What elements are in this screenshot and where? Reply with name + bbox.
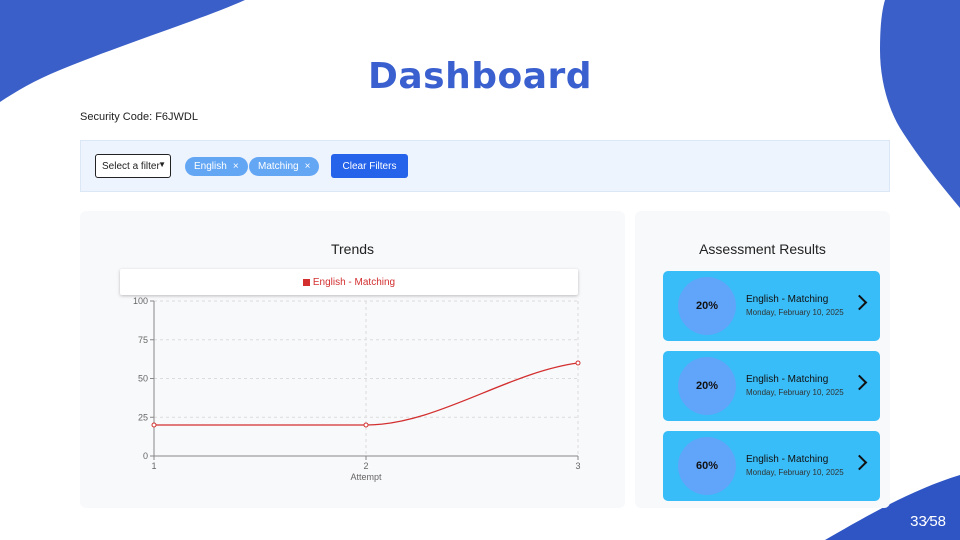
- score-badge: 60%: [678, 437, 736, 495]
- y-tick-label: 75: [138, 335, 148, 345]
- result-card[interactable]: 20% English - Matching Monday, February …: [663, 271, 880, 341]
- chevron-right-icon: [851, 294, 868, 311]
- result-date: Monday, February 10, 2025: [746, 468, 844, 477]
- score-badge: 20%: [678, 277, 736, 335]
- result-title: English - Matching: [746, 294, 829, 305]
- chevron-right-icon: [851, 454, 868, 471]
- chevron-down-icon: ▼: [158, 160, 166, 169]
- filter-bar: Select a filter ▼ English × Matching × C…: [80, 140, 890, 192]
- page-title: Dashboard: [367, 56, 593, 97]
- x-axis-label: Attempt: [350, 472, 382, 482]
- filter-chip-english[interactable]: English ×: [185, 157, 248, 176]
- close-icon[interactable]: ×: [233, 161, 239, 172]
- filter-select-value: Select a filter: [102, 160, 160, 172]
- result-card[interactable]: 20% English - Matching Monday, February …: [663, 351, 880, 421]
- filter-chip-label: English: [194, 161, 227, 172]
- y-tick-label: 25: [138, 412, 148, 422]
- close-icon[interactable]: ×: [305, 161, 311, 172]
- clear-filters-button[interactable]: Clear Filters: [331, 154, 408, 178]
- y-tick-label: 0: [143, 451, 148, 461]
- result-date: Monday, February 10, 2025: [746, 308, 844, 317]
- filter-chip-matching[interactable]: Matching ×: [249, 157, 320, 176]
- result-card[interactable]: 60% English - Matching Monday, February …: [663, 431, 880, 501]
- x-tick-label: 3: [575, 461, 580, 471]
- filter-select[interactable]: Select a filter ▼: [95, 154, 171, 178]
- page-number: 33⁄58: [910, 513, 946, 530]
- result-title: English - Matching: [746, 454, 829, 465]
- assessment-results-panel: Assessment Results 20% English - Matchin…: [635, 211, 890, 508]
- results-title: Assessment Results: [699, 241, 826, 257]
- chevron-right-icon: [851, 374, 868, 391]
- y-tick-label: 50: [138, 374, 148, 384]
- data-point: [151, 422, 157, 428]
- y-tick-label: 100: [133, 296, 148, 306]
- trends-chart: 0 25 50 75 100 1 2 3 Attempt: [133, 296, 581, 482]
- security-code: Security Code: F6JWDL: [80, 111, 198, 123]
- data-point: [363, 422, 369, 428]
- x-tick-label: 1: [151, 461, 156, 471]
- x-tick-label: 2: [363, 461, 368, 471]
- score-badge: 20%: [678, 357, 736, 415]
- trends-panel: Trends English - Matching 0 25 50 75 100 1 2 3 A…: [80, 211, 625, 508]
- result-title: English - Matching: [746, 374, 829, 385]
- filter-chip-label: Matching: [258, 161, 299, 172]
- result-date: Monday, February 10, 2025: [746, 388, 844, 397]
- data-point: [575, 360, 581, 366]
